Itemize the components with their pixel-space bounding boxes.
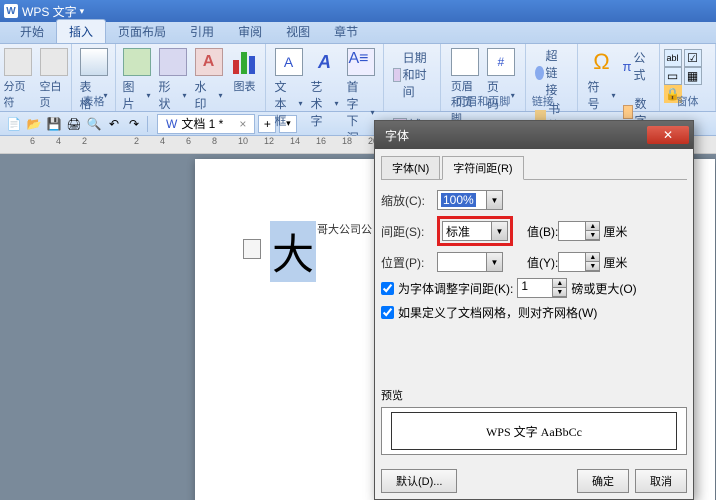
kerning-checkbox[interactable] — [381, 282, 394, 295]
cancel-button[interactable]: 取消 — [635, 469, 687, 493]
value-label: 值(B): — [527, 223, 558, 240]
title-dropdown-icon[interactable]: ▾ — [80, 6, 85, 17]
tab-layout[interactable]: 页面布局 — [106, 20, 178, 43]
symbol-button[interactable]: Ω符号▾ — [584, 46, 620, 130]
header-footer-button[interactable]: 页眉和页脚 — [447, 46, 483, 128]
tab-start[interactable]: 开始 — [8, 20, 56, 43]
dialog-close-button[interactable]: ✕ — [647, 126, 689, 144]
app-title: WPS 文字 — [22, 3, 77, 20]
equation-button[interactable]: π公式 — [620, 48, 654, 84]
qat-preview-icon[interactable]: 🔍 — [85, 115, 103, 133]
qat-redo-icon[interactable]: ↷ — [125, 115, 143, 133]
spacing-value-spinner[interactable]: ▲▼ — [558, 221, 600, 241]
tab-char-spacing[interactable]: 字符间距(R) — [442, 156, 523, 180]
value2-label: 值(Y): — [527, 254, 558, 271]
tab-close-icon[interactable]: × — [239, 117, 246, 131]
group-label-link: 链接 — [532, 93, 554, 109]
blank-page-button[interactable]: 空白页 — [36, 46, 72, 112]
scale-label: 缩放(C): — [381, 192, 437, 209]
chart-button[interactable]: 图表 — [227, 46, 263, 114]
document-tab[interactable]: W文档 1 *× — [157, 114, 255, 134]
snap-grid-checkbox[interactable] — [381, 306, 394, 319]
qat-print-icon[interactable]: 🖨 — [65, 115, 83, 133]
kerning-spinner[interactable]: 1▲▼ — [517, 278, 567, 298]
textbox-button[interactable]: A文本框▾ — [271, 46, 307, 148]
unit-cm: 厘米 — [603, 223, 627, 240]
position-value-spinner[interactable]: ▲▼ — [558, 252, 600, 272]
preview-text: WPS 文字 AaBbCc — [391, 412, 677, 450]
app-icon: W — [4, 4, 18, 18]
spacing-highlight: 标准 ▼ — [437, 216, 513, 246]
qat-undo-icon[interactable]: ↶ — [105, 115, 123, 133]
preview-box: WPS 文字 AaBbCc — [381, 407, 687, 455]
chevron-down-icon[interactable]: ▼ — [486, 191, 502, 209]
scale-combo[interactable]: 100% ▼ — [437, 190, 503, 210]
datetime-button[interactable]: 日期和时间 — [390, 48, 434, 101]
dialog-tabs: 字体(N) 字符间距(R) — [381, 155, 687, 180]
tab-insert[interactable]: 插入 — [56, 19, 106, 43]
font-dialog: 字体 ✕ 字体(N) 字符间距(R) 缩放(C): 100% ▼ 间距(S): … — [374, 120, 694, 500]
tab-section[interactable]: 章节 — [322, 20, 370, 43]
snap-grid-label: 如果定义了文档网格，则对齐网格(W) — [398, 304, 597, 321]
form-shade-button[interactable]: ▦ — [684, 67, 702, 85]
page-indicator-icon — [243, 239, 261, 259]
qat-new-icon[interactable]: 📄 — [5, 115, 23, 133]
hyperlink-button[interactable]: 超链接 — [532, 46, 571, 99]
qat-open-icon[interactable]: 📂 — [25, 115, 43, 133]
body-text[interactable]: 哥大公司公 — [317, 221, 372, 237]
position-combo[interactable]: ▼ — [437, 252, 503, 272]
ribbon-tabs: 开始 插入 页面布局 引用 审阅 视图 章节 — [0, 22, 716, 44]
default-button[interactable]: 默认(D)... — [381, 469, 457, 493]
selected-text[interactable]: 大 — [270, 221, 316, 282]
page-break-button[interactable]: 分页符 — [0, 46, 36, 112]
page-number-button[interactable]: #页码▾ — [483, 46, 519, 128]
kerning-unit: 磅或更大(O) — [571, 280, 636, 297]
app-titlebar: W WPS 文字 ▾ — [0, 0, 716, 22]
watermark-button[interactable]: A水印▾ — [191, 46, 227, 114]
form-text-button[interactable]: abl — [664, 49, 682, 67]
dialog-title: 字体 — [379, 127, 409, 144]
picture-button[interactable]: 图片▾ — [119, 46, 155, 114]
form-combo-button[interactable]: ▭ — [664, 67, 682, 85]
shapes-button[interactable]: 形状▾ — [155, 46, 191, 114]
tab-reference[interactable]: 引用 — [178, 20, 226, 43]
unit2-cm: 厘米 — [603, 254, 627, 271]
ok-button[interactable]: 确定 — [577, 469, 629, 493]
spacing-combo[interactable]: 标准 ▼ — [442, 221, 508, 241]
group-label-table: 表格 — [83, 93, 105, 109]
qat-save-icon[interactable]: 💾 — [45, 115, 63, 133]
group-label-form: 窗体 — [677, 93, 699, 109]
chevron-down-icon[interactable]: ▼ — [491, 222, 507, 240]
tab-font[interactable]: 字体(N) — [381, 156, 440, 180]
spacing-label: 间距(S): — [381, 223, 437, 240]
tab-view[interactable]: 视图 — [274, 20, 322, 43]
preview-label: 预览 — [381, 387, 687, 403]
ribbon: 分页符 空白页 表格▾ 表格 图片▾ 形状▾ A水印▾ 图表 A文本框▾ A艺术… — [0, 44, 716, 112]
group-label-hf: 页眉和页脚 — [455, 93, 510, 109]
position-label: 位置(P): — [381, 254, 437, 271]
chevron-down-icon[interactable]: ▼ — [486, 253, 502, 271]
dialog-titlebar[interactable]: 字体 ✕ — [375, 121, 693, 149]
kerning-label: 为字体调整字间距(K): — [398, 280, 513, 297]
form-check-button[interactable]: ☑ — [684, 49, 702, 67]
tab-review[interactable]: 审阅 — [226, 20, 274, 43]
wordart-button[interactable]: A艺术字▾ — [307, 46, 343, 148]
